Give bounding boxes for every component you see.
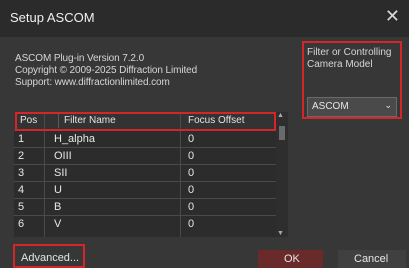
filter-model-label: Filter or Controlling Camera Model: [307, 47, 392, 70]
cell-pos: 3: [18, 167, 25, 179]
cell-filter-name[interactable]: H_alpha: [54, 133, 95, 145]
table-row[interactable]: 5 B 0: [14, 198, 276, 216]
cell-filter-name[interactable]: B: [54, 201, 61, 213]
table-row[interactable]: 3 SII 0: [14, 164, 276, 182]
copyright-text: Copyright © 2009-2025 Diffraction Limite…: [15, 65, 198, 76]
cell-filter-name[interactable]: U: [54, 184, 62, 196]
ok-button[interactable]: OK: [258, 250, 323, 268]
table-row[interactable]: 2 OIII 0: [14, 147, 276, 165]
chevron-down-icon: ⌄: [384, 100, 392, 110]
scroll-down-icon[interactable]: ▼: [277, 230, 284, 237]
advanced-button[interactable]: Advanced...: [13, 244, 85, 268]
table-header-highlight: [15, 112, 276, 131]
cell-filter-name[interactable]: OIII: [54, 150, 72, 162]
cell-focus-offset[interactable]: 0: [188, 150, 194, 162]
scrollbar-thumb[interactable]: [279, 126, 285, 140]
cell-filter-name[interactable]: V: [54, 218, 61, 230]
cell-focus-offset[interactable]: 0: [188, 167, 194, 179]
table-row[interactable]: 6 V 0: [14, 215, 276, 233]
cancel-button-label: Cancel: [354, 253, 389, 265]
title-bar: Setup ASCOM ✕: [0, 0, 409, 37]
cell-focus-offset[interactable]: 0: [188, 218, 194, 230]
ok-button-label: OK: [284, 253, 300, 265]
cell-pos: 4: [18, 184, 25, 196]
filter-model-select[interactable]: ASCOM ⌄: [307, 97, 397, 117]
cell-pos: 5: [18, 201, 25, 213]
scroll-up-icon[interactable]: ▲: [277, 112, 284, 119]
cell-pos: 6: [18, 218, 25, 230]
window-title: Setup ASCOM: [10, 10, 95, 25]
advanced-button-label: Advanced...: [21, 252, 80, 264]
close-icon[interactable]: ✕: [385, 6, 400, 27]
cell-pos: 1: [18, 133, 25, 145]
filter-model-value: ASCOM: [312, 101, 349, 112]
table-row[interactable]: 1 H_alpha 0: [14, 130, 276, 148]
cell-pos: 2: [18, 150, 25, 162]
setup-ascom-dialog: Setup ASCOM ✕ ASCOM Plug-in Version 7.2.…: [0, 0, 409, 268]
table-scrollbar[interactable]: ▲ ▼: [276, 112, 288, 237]
table-row[interactable]: 4 U 0: [14, 181, 276, 199]
cell-focus-offset[interactable]: 0: [188, 184, 194, 196]
cell-focus-offset[interactable]: 0: [188, 133, 194, 145]
cancel-button[interactable]: Cancel: [338, 250, 406, 268]
support-text: Support: www.diffractionlimited.com: [15, 77, 170, 88]
cell-filter-name[interactable]: SII: [54, 167, 67, 179]
plugin-version-text: ASCOM Plug-in Version 7.2.0: [15, 53, 145, 64]
cell-focus-offset[interactable]: 0: [188, 201, 194, 213]
